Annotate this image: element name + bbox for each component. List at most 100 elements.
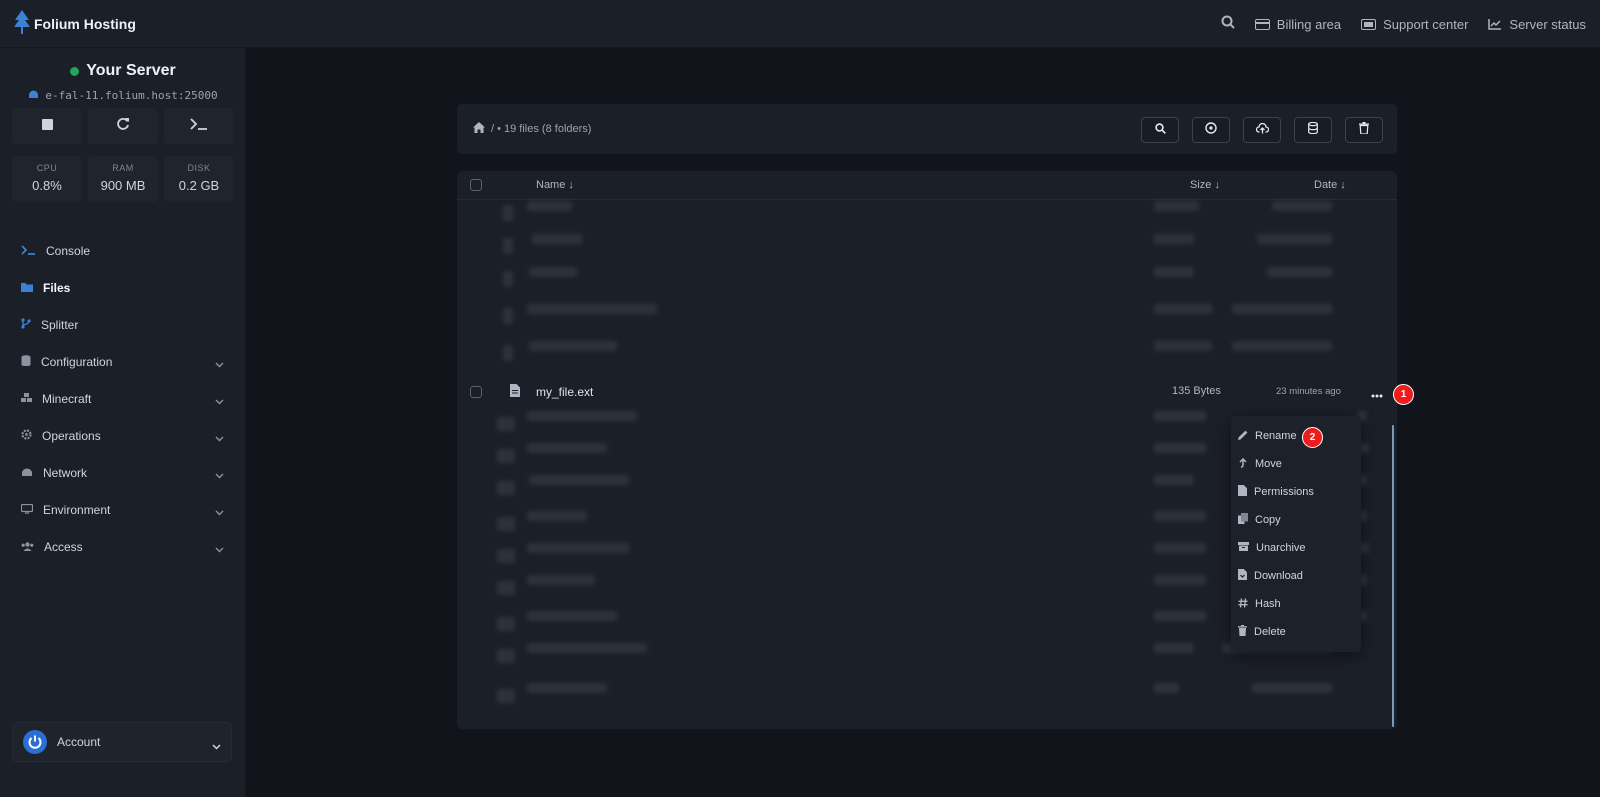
file-context-menu: Rename Move Permissions Copy Unarchive D… — [1231, 416, 1361, 652]
database-icon — [1308, 121, 1318, 139]
support-center-link[interactable]: Support center — [1361, 17, 1468, 32]
chevron-down-icon — [215, 394, 224, 408]
console-button[interactable] — [164, 108, 234, 144]
table-row[interactable] — [457, 304, 1397, 334]
menu-item-label: Hash — [1255, 598, 1281, 610]
search-icon — [1154, 121, 1166, 139]
cubes-icon — [21, 392, 32, 406]
upload-button[interactable] — [1243, 117, 1281, 143]
menu-item-permissions[interactable]: Permissions — [1231, 478, 1361, 506]
network-icon — [21, 466, 33, 480]
menu-item-label: Rename — [1255, 430, 1297, 442]
file-icon — [1238, 485, 1247, 499]
sidebar-item-minecraft[interactable]: Minecraft — [0, 380, 246, 417]
breadcrumb: / • 19 files (8 folders) — [473, 122, 591, 136]
chevron-down-icon — [215, 357, 224, 371]
file-name[interactable]: my_file.ext — [536, 385, 593, 399]
menu-item-label: Permissions — [1254, 486, 1314, 498]
server-address[interactable]: e-fal-11.folium.host:25000 — [0, 89, 246, 102]
gear-icon — [21, 428, 32, 443]
database-button[interactable] — [1294, 117, 1332, 143]
avatar — [23, 730, 47, 754]
credit-card-icon — [1254, 18, 1270, 30]
sidebar-item-label: Splitter — [41, 317, 79, 332]
sidebar-item-operations[interactable]: Operations — [0, 417, 246, 454]
menu-item-label: Delete — [1254, 626, 1286, 638]
file-date: 23 minutes ago — [1276, 386, 1341, 397]
sidebar-item-label: Operations — [42, 428, 101, 443]
menu-item-rename[interactable]: Rename — [1231, 422, 1361, 450]
disk-value: 0.2 GB — [178, 178, 220, 193]
cpu-stat: CPU 0.8% — [12, 156, 82, 202]
select-all-checkbox[interactable] — [470, 179, 482, 191]
sidebar-item-access[interactable]: Access — [0, 528, 246, 565]
monitor-icon — [20, 503, 34, 517]
table-row[interactable] — [457, 341, 1397, 371]
sidebar-item-label: Console — [46, 243, 91, 258]
column-name[interactable]: Name ↓ — [536, 179, 574, 191]
server-status-link[interactable]: Server status — [1488, 17, 1586, 32]
file-download-icon — [1238, 569, 1247, 583]
file-icon — [510, 384, 520, 402]
table-row[interactable] — [457, 201, 1397, 231]
scrollbar[interactable] — [1392, 425, 1394, 727]
more-options-icon[interactable] — [1371, 385, 1383, 403]
column-size[interactable]: Size ↓ — [1190, 179, 1220, 191]
server-stats: CPU 0.8% RAM 900 MB DISK 0.2 GB — [12, 156, 234, 202]
server-title: Your Server — [0, 62, 246, 80]
column-date[interactable]: Date ↓ — [1314, 179, 1346, 191]
server-address-text: e-fal-11.folium.host:25000 — [45, 89, 218, 102]
terminal-icon — [190, 117, 208, 135]
ram-stat: RAM 900 MB — [88, 156, 158, 202]
terminal-icon — [21, 244, 36, 258]
billing-area-label: Billing area — [1276, 16, 1342, 32]
delete-files-button[interactable] — [1345, 117, 1383, 143]
sidebar-item-label: Access — [44, 539, 83, 554]
home-icon[interactable] — [473, 122, 485, 136]
brand[interactable]: Folium Hosting — [14, 9, 136, 38]
trash-icon — [1238, 625, 1247, 639]
ram-label: RAM — [112, 163, 134, 173]
table-row-my-file[interactable]: my_file.ext 135 Bytes 23 minutes ago — [457, 375, 1397, 409]
menu-item-copy[interactable]: Copy — [1231, 506, 1361, 534]
sidebar-item-configuration[interactable]: Configuration — [0, 343, 246, 380]
account-menu[interactable]: Account — [12, 722, 232, 762]
search-icon[interactable] — [1221, 15, 1235, 34]
chart-line-icon — [1488, 18, 1502, 30]
menu-item-unarchive[interactable]: Unarchive — [1231, 534, 1361, 562]
stop-icon — [41, 117, 53, 135]
sidebar-item-label: Network — [43, 465, 88, 480]
create-button[interactable] — [1192, 117, 1230, 143]
chevron-down-icon — [212, 739, 221, 753]
menu-item-label: Unarchive — [1256, 542, 1306, 554]
restart-button[interactable] — [88, 108, 158, 144]
sidebar-item-splitter[interactable]: Splitter — [0, 306, 246, 343]
table-row[interactable] — [457, 683, 1397, 713]
disk-stat: DISK 0.2 GB — [164, 156, 234, 202]
menu-item-hash[interactable]: Hash — [1231, 590, 1361, 618]
pencil-icon — [1238, 430, 1248, 443]
status-dot — [70, 66, 80, 76]
billing-area-link[interactable]: Billing area — [1254, 16, 1342, 32]
menu-item-move[interactable]: Move — [1231, 450, 1361, 478]
account-label: Account — [57, 735, 101, 749]
search-files-button[interactable] — [1141, 117, 1179, 143]
file-actions — [1141, 117, 1383, 143]
menu-item-download[interactable]: Download — [1231, 562, 1361, 590]
sidebar-item-files[interactable]: Files — [0, 269, 246, 306]
table-row[interactable] — [457, 234, 1397, 264]
sidebar-item-environment[interactable]: Environment — [0, 491, 246, 528]
stop-button[interactable] — [12, 108, 82, 144]
menu-item-delete[interactable]: Delete — [1231, 618, 1361, 646]
table-row[interactable] — [457, 267, 1397, 297]
menu-item-label: Copy — [1255, 514, 1281, 526]
sidebar-item-console[interactable]: Console — [0, 232, 246, 269]
top-nav: Billing area Support center Server statu… — [1221, 0, 1586, 48]
chevron-down-icon — [215, 468, 224, 482]
sidebar-item-network[interactable]: Network — [0, 454, 246, 491]
sidebar: Your Server e-fal-11.folium.host:25000 C… — [0, 48, 246, 797]
file-toolbar: / • 19 files (8 folders) — [457, 104, 1397, 154]
power-controls — [12, 108, 234, 144]
row-checkbox[interactable] — [470, 386, 482, 398]
chevron-down-icon — [215, 542, 224, 556]
